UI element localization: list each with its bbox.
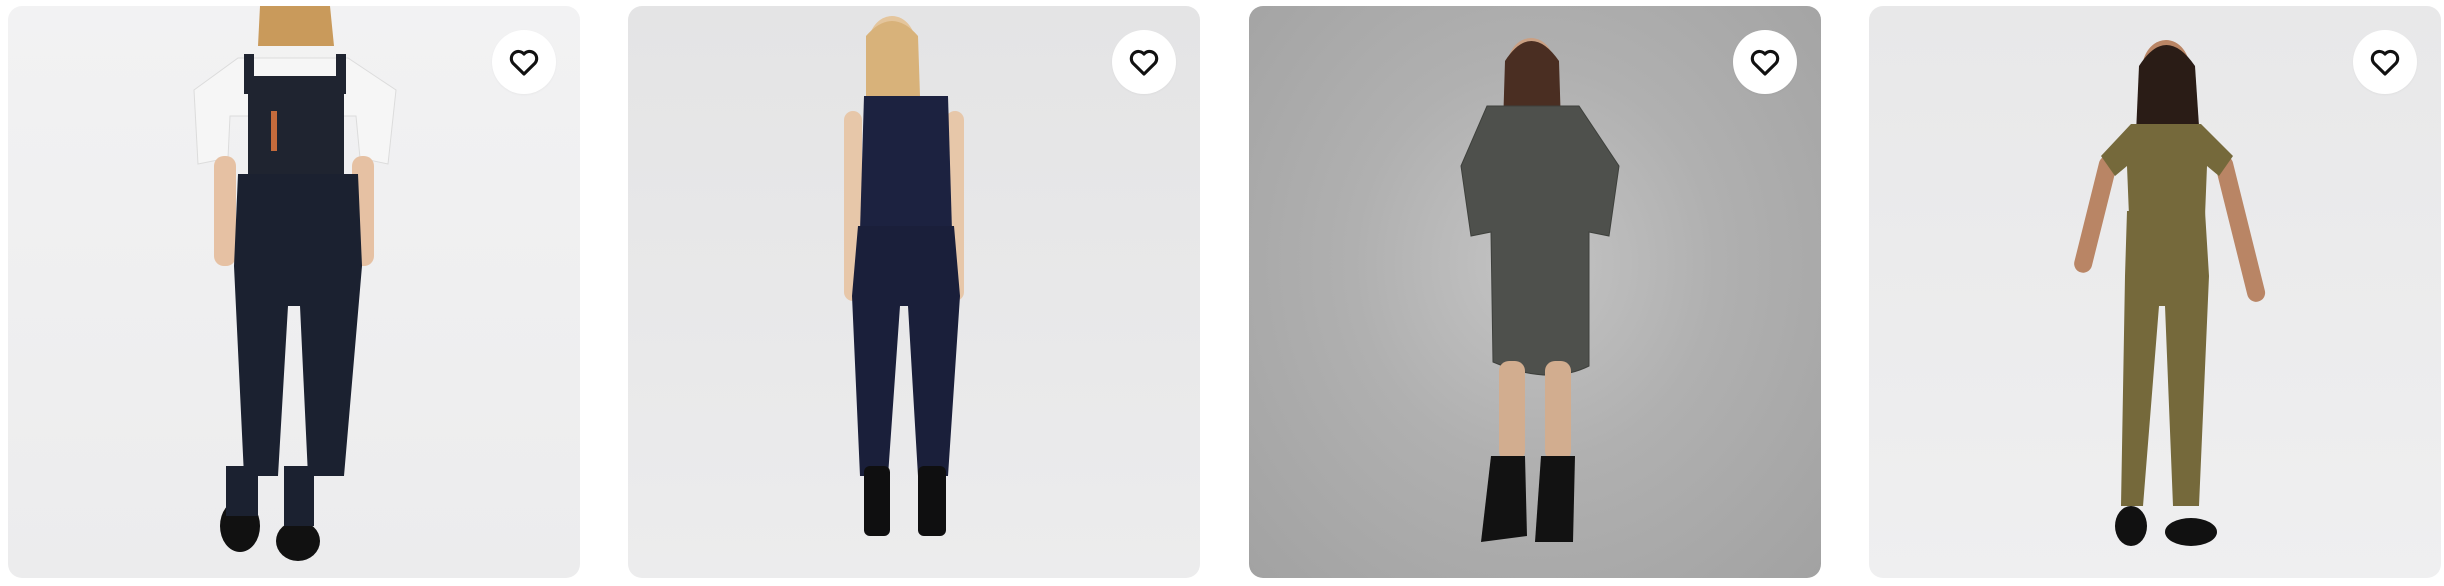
heart-outline-icon <box>509 49 539 76</box>
product-image[interactable] <box>1249 6 1821 578</box>
product-grid <box>0 0 2444 586</box>
favorite-button[interactable] <box>2353 30 2417 94</box>
product-image[interactable] <box>628 6 1200 578</box>
favorite-button[interactable] <box>1112 30 1176 94</box>
product-image[interactable] <box>1869 6 2441 578</box>
product-card[interactable] <box>1869 6 2441 578</box>
heart-outline-icon <box>1129 49 1159 76</box>
favorite-button[interactable] <box>1733 30 1797 94</box>
favorite-button[interactable] <box>492 30 556 94</box>
heart-outline-icon <box>1750 49 1780 76</box>
product-card[interactable] <box>1249 6 1821 578</box>
product-card[interactable] <box>8 6 580 578</box>
product-image[interactable] <box>8 6 580 578</box>
product-card[interactable] <box>628 6 1200 578</box>
heart-outline-icon <box>2370 49 2400 76</box>
